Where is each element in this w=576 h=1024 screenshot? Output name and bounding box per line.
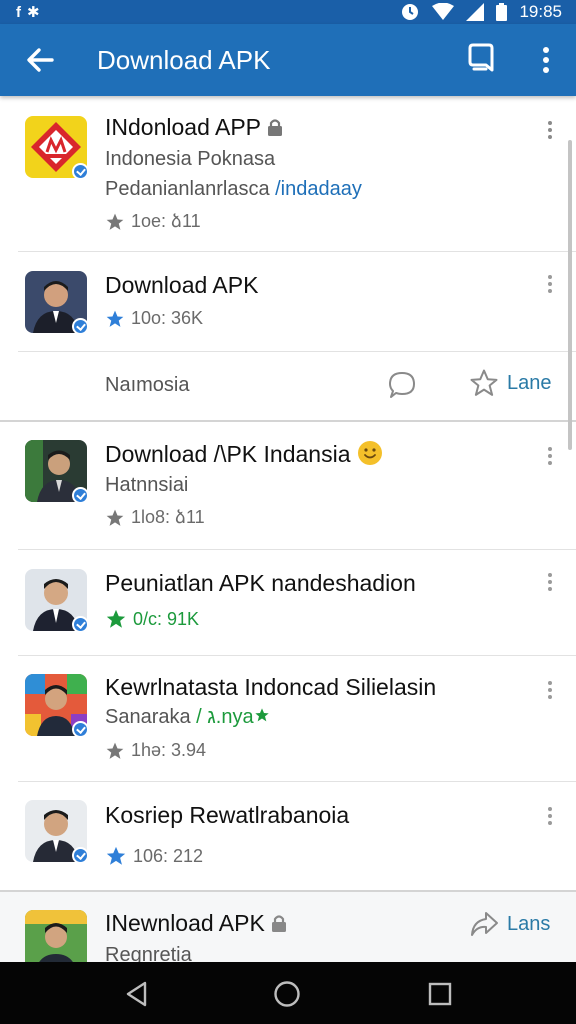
recents-square-icon[interactable] [426,980,454,1008]
item-title: Download /\PK Indansia [105,440,383,468]
share-icon [471,912,498,936]
share-label: Lans [507,912,551,935]
home-circle-icon[interactable] [273,980,301,1008]
avatar [25,674,89,738]
star-icon [106,742,124,759]
avatar [25,271,89,335]
notification-icon: ✱ [27,4,46,21]
lock-icon [272,915,287,932]
item-rating: 1lo8: ձ11 [105,507,205,528]
avatar [25,910,87,962]
item-more-icon[interactable] [546,680,554,700]
rating-text: 1lo8: ձ11 [131,507,205,527]
item-rating: 1hə: 3.94 [105,740,206,761]
back-triangle-icon[interactable] [123,980,151,1008]
list-item[interactable]: INewnload APK Regnretia Lans [0,892,576,962]
system-nav-bar [0,962,576,1024]
item-title: Kewrlnatasta Indoncad Silielasin [105,674,437,700]
list-item[interactable]: Kosriep Rewatlrabanoia 106: 212 [0,782,576,890]
item-subtitle: Regnretia [105,944,192,962]
page-title: Download APK [97,45,271,75]
list-item[interactable]: Kewrlnatasta Indoncad Silielasin Sanarak… [0,656,576,782]
item-title: INdonload APP [105,114,283,141]
action-row: Naımosia Lane [0,352,576,420]
list-item[interactable]: INdonload APP Indonesia Poknasa Pedanian… [0,96,576,252]
rating-text: 1oe: ձ11 [131,211,201,231]
green-star-icon [254,708,269,722]
avatar [25,800,89,864]
share-button[interactable]: Lans [469,910,550,938]
app-bar: Download APK [0,24,576,96]
star-icon [106,310,124,327]
verified-badge-icon [72,847,89,864]
rating-text: 106: 212 [133,845,204,866]
action-row-label: Naımosia [105,374,190,396]
item-subtitle: Sanaraka / ג.nya [105,706,270,729]
star-outline-icon [470,369,498,396]
app-list: INdonload APP Indonesia Poknasa Pedanian… [0,96,576,962]
item-rating: 106: 212 [105,845,203,867]
lock-icon [267,119,282,136]
item-more-icon[interactable] [546,806,554,826]
item-title: Kosriep Rewatlrabanoia [105,802,350,828]
back-arrow-icon[interactable] [22,42,58,78]
avatar [25,440,89,504]
status-left-icons: f✱ [16,3,46,21]
verified-badge-icon [72,163,89,180]
bookmark-icon[interactable] [464,42,498,78]
verified-badge-icon [72,616,89,633]
status-time: 19:85 [519,2,562,21]
rating-text: 10o: 36K [131,308,204,328]
item-title: INewnload APK [105,910,287,937]
star-icon [106,509,124,526]
smiley-emoji-icon [357,441,382,465]
item-rating: 0/c: 91K [105,608,199,630]
list-item[interactable]: Download /\PK Indansia Hatnnsiai 1lo8: ձ… [0,422,576,550]
star-action-button[interactable]: Lane [469,368,552,398]
more-vert-icon[interactable] [530,42,562,78]
verified-badge-icon [72,318,89,335]
rating-text: 1hə: 3.94 [131,740,207,760]
status-right: 19:85 [400,2,562,22]
star-action-label: Lane [507,371,552,394]
item-subtitle: Hatnnsiai [105,474,189,496]
list-item[interactable]: Peuniatlan APK nandeshadion 0/c: 91K [0,550,576,656]
app-icon [25,116,89,180]
facebook-icon: f [16,4,27,21]
item-subtitle: Indonesia Poknasa [105,148,276,170]
clock-icon [402,4,419,20]
item-more-icon[interactable] [546,446,554,466]
wifi-icon [432,3,455,20]
item-more-icon[interactable] [546,120,554,140]
battery-icon [496,3,508,21]
status-bar: f✱ 19:85 [0,0,576,24]
star-icon [106,609,126,628]
item-link[interactable]: /indadaay [275,178,362,200]
item-more-icon[interactable] [546,274,554,294]
item-title: Download APK [105,272,259,298]
item-rating: 1oe: ձ11 [105,211,201,232]
avatar [25,569,89,633]
item-title: Peuniatlan APK nandeshadion [105,570,416,596]
item-more-icon[interactable] [546,572,554,592]
comment-icon[interactable] [387,370,417,400]
signal-icon [466,3,485,21]
star-icon [106,846,126,865]
scrollbar[interactable] [568,140,572,450]
star-icon [106,213,124,230]
rating-text: 0/c: 91K [133,608,200,629]
item-description: Pedanianlanrlasca /indadaay [105,178,362,200]
item-rating: 10o: 36K [105,308,203,329]
list-item[interactable]: Download APK 10o: 36K [0,252,576,352]
verified-badge-icon [72,487,89,504]
verified-badge-icon [72,721,89,738]
